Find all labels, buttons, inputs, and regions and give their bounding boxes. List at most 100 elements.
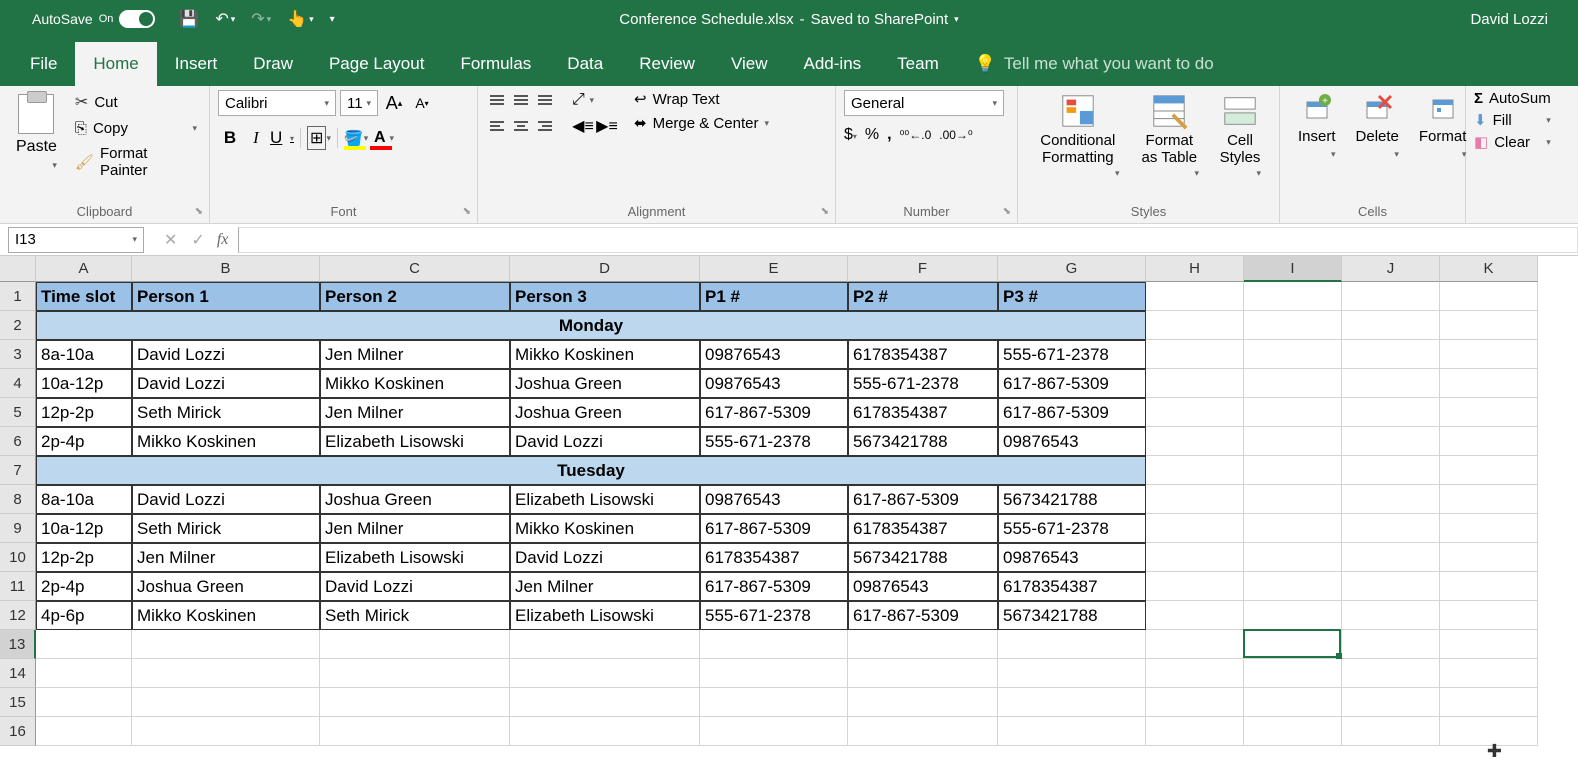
formula-input[interactable] <box>238 227 1578 253</box>
cell[interactable]: 6178354387 <box>848 340 998 369</box>
cell[interactable]: Joshua Green <box>510 369 700 398</box>
cell[interactable] <box>320 688 510 717</box>
row-header-1[interactable]: 1 <box>0 282 36 311</box>
dialog-launcher-icon[interactable]: ⬊ <box>463 206 471 217</box>
cell[interactable] <box>1342 630 1440 659</box>
comma-format-button[interactable]: , <box>887 126 891 144</box>
cell[interactable]: Jen Milner <box>320 398 510 427</box>
cell[interactable] <box>1146 427 1244 456</box>
cell[interactable]: 5673421788 <box>998 485 1146 514</box>
cell[interactable] <box>848 659 998 688</box>
cell[interactable]: Joshua Green <box>320 485 510 514</box>
cell[interactable]: 555-671-2378 <box>848 369 998 398</box>
row-header-10[interactable]: 10 <box>0 543 36 572</box>
cell[interactable]: Jen Milner <box>510 572 700 601</box>
cell[interactable]: 2p-4p <box>36 427 132 456</box>
dialog-launcher-icon[interactable]: ⬊ <box>195 206 203 217</box>
cell[interactable] <box>1244 543 1342 572</box>
underline-button[interactable]: U▾ <box>270 126 294 150</box>
cell[interactable] <box>1342 311 1440 340</box>
cell[interactable]: 617-867-5309 <box>998 398 1146 427</box>
font-color-button[interactable]: A▾ <box>370 126 394 150</box>
cell[interactable] <box>36 717 132 746</box>
accounting-format-button[interactable]: $▾ <box>844 126 857 144</box>
cell[interactable]: 6178354387 <box>700 543 848 572</box>
enter-formula-icon[interactable]: ✓ <box>191 230 204 250</box>
cell[interactable] <box>1440 572 1538 601</box>
cell[interactable]: Person 2 <box>320 282 510 311</box>
align-center-button[interactable] <box>510 116 532 136</box>
fx-icon[interactable]: fx <box>217 231 229 249</box>
cell[interactable] <box>1244 688 1342 717</box>
cell[interactable] <box>36 630 132 659</box>
cell[interactable]: David Lozzi <box>132 340 320 369</box>
cell[interactable] <box>1342 485 1440 514</box>
row-header-15[interactable]: 15 <box>0 688 36 717</box>
cell[interactable] <box>132 717 320 746</box>
cell[interactable] <box>1342 688 1440 717</box>
increase-decimal-button[interactable]: ⁰⁰←.0 <box>900 128 932 142</box>
border-button[interactable]: ⊞▾ <box>307 126 331 150</box>
tab-insert[interactable]: Insert <box>157 42 236 86</box>
column-header-A[interactable]: A <box>36 256 132 282</box>
cell[interactable]: 617-867-5309 <box>700 398 848 427</box>
cell[interactable]: 09876543 <box>700 369 848 398</box>
chevron-down-icon[interactable]: ▾ <box>954 14 959 25</box>
cell[interactable] <box>132 688 320 717</box>
cell[interactable]: 5673421788 <box>998 601 1146 630</box>
save-status[interactable]: Saved to SharePoint <box>811 11 949 28</box>
column-header-B[interactable]: B <box>132 256 320 282</box>
cell[interactable]: David Lozzi <box>510 543 700 572</box>
cell[interactable] <box>1244 514 1342 543</box>
cell[interactable]: Seth Mirick <box>320 601 510 630</box>
tab-formulas[interactable]: Formulas <box>442 42 549 86</box>
cell[interactable]: Joshua Green <box>510 398 700 427</box>
cell[interactable] <box>1440 630 1538 659</box>
column-header-D[interactable]: D <box>510 256 700 282</box>
column-header-F[interactable]: F <box>848 256 998 282</box>
cell[interactable] <box>510 717 700 746</box>
decrease-font-button[interactable]: A▾ <box>410 91 434 115</box>
cell[interactable] <box>1440 514 1538 543</box>
font-size-combo[interactable]: 11▾ <box>340 90 378 116</box>
tab-file[interactable]: File <box>12 42 75 86</box>
cell[interactable]: Mikko Koskinen <box>510 340 700 369</box>
row-header-16[interactable]: 16 <box>0 717 36 746</box>
cell[interactable]: 09876543 <box>998 543 1146 572</box>
cell[interactable]: David Lozzi <box>510 427 700 456</box>
cell[interactable]: David Lozzi <box>132 485 320 514</box>
cell[interactable] <box>1342 543 1440 572</box>
cell[interactable] <box>1244 456 1342 485</box>
cell[interactable] <box>1440 485 1538 514</box>
row-header-13[interactable]: 13 <box>0 630 36 659</box>
cell[interactable] <box>1146 630 1244 659</box>
cell[interactable]: 555-671-2378 <box>998 514 1146 543</box>
cell[interactable] <box>1146 572 1244 601</box>
row-header-3[interactable]: 3 <box>0 340 36 369</box>
italic-button[interactable]: I <box>244 126 268 150</box>
cell[interactable] <box>1440 659 1538 688</box>
number-format-combo[interactable]: General▾ <box>844 90 1004 116</box>
cell[interactable] <box>1342 514 1440 543</box>
percent-format-button[interactable]: % <box>865 126 879 144</box>
cell[interactable] <box>1342 369 1440 398</box>
cell[interactable] <box>1342 601 1440 630</box>
cell[interactable]: Time slot <box>36 282 132 311</box>
cell[interactable] <box>320 659 510 688</box>
tab-team[interactable]: Team <box>879 42 957 86</box>
cells-area[interactable]: Time slotPerson 1Person 2Person 3P1 #P2 … <box>36 282 1538 746</box>
cell[interactable]: 6178354387 <box>848 514 998 543</box>
cell[interactable]: 617-867-5309 <box>700 572 848 601</box>
cell[interactable]: 09876543 <box>700 485 848 514</box>
copy-button[interactable]: ⎘Copy▾ <box>71 118 201 139</box>
cell[interactable]: 8a-10a <box>36 485 132 514</box>
cell[interactable]: Mikko Koskinen <box>132 427 320 456</box>
cell[interactable] <box>998 717 1146 746</box>
name-box[interactable]: I13▾ <box>8 227 144 253</box>
cell[interactable]: Person 3 <box>510 282 700 311</box>
cell[interactable] <box>1146 601 1244 630</box>
cell[interactable]: 12p-2p <box>36 398 132 427</box>
cell[interactable] <box>1440 601 1538 630</box>
cell[interactable]: Jen Milner <box>132 543 320 572</box>
cell[interactable] <box>848 717 998 746</box>
